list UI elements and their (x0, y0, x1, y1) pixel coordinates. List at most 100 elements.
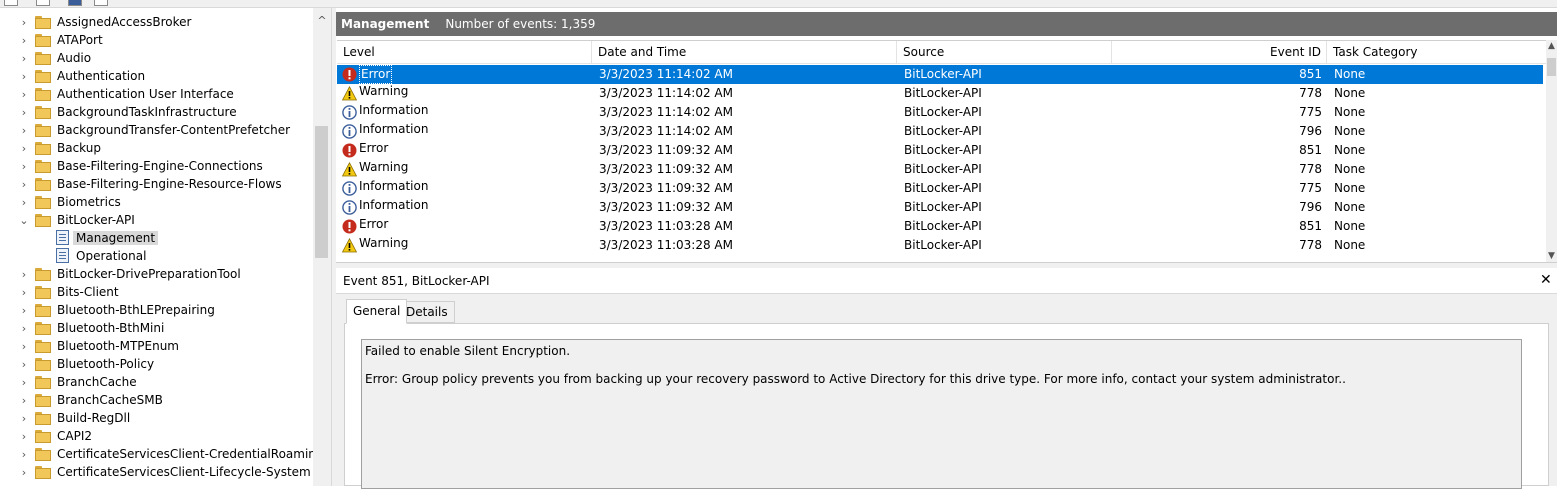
tree-item-ataport[interactable]: › ATAPort (0, 31, 313, 49)
column-header-datetime[interactable]: Date and Time (592, 41, 897, 64)
table-row[interactable]: Information 3/3/2023 11:14:02 AM BitLocker… (337, 103, 1543, 122)
chevron-right-icon[interactable]: › (18, 445, 30, 463)
tree-item-capi2[interactable]: › CAPI2 (0, 427, 313, 445)
chevron-down-icon[interactable]: ⌄ (18, 211, 30, 229)
grid-scroll-thumb[interactable] (1547, 58, 1556, 76)
table-row[interactable]: Warning 3/3/2023 11:03:28 AM BitLocker-API… (337, 236, 1543, 255)
cell-task-category: None (1334, 219, 1366, 233)
tree-item-bits-client[interactable]: › Bits-Client (0, 283, 313, 301)
tree-item-label: BranchCacheSMB (57, 393, 163, 407)
tree-item-bluetooth-bthmini[interactable]: › Bluetooth-BthMini (0, 319, 313, 337)
tree-item-base-filtering-engine-connections[interactable]: › Base-Filtering-Engine-Connections (0, 157, 313, 175)
chevron-right-icon[interactable]: › (18, 85, 30, 103)
tree-item-branchcachesmb[interactable]: › BranchCacheSMB (0, 391, 313, 409)
chevron-right-icon[interactable]: › (18, 121, 30, 139)
chevron-right-icon[interactable]: › (18, 265, 30, 283)
cell-datetime: 3/3/2023 11:09:32 AM (599, 181, 733, 195)
toolbar-icon-4[interactable] (94, 0, 108, 6)
chevron-right-icon[interactable]: › (18, 31, 30, 49)
column-header-level[interactable]: Level (337, 41, 592, 64)
toolbar-icon-1[interactable] (4, 0, 18, 6)
cell-task-category: None (1334, 105, 1366, 119)
tree-item-management[interactable]: Management (0, 229, 313, 247)
chevron-right-icon[interactable]: › (18, 49, 30, 67)
chevron-right-icon[interactable]: › (18, 157, 30, 175)
tree-item-authentication[interactable]: › Authentication (0, 67, 313, 85)
tree-item-label: Authentication User Interface (57, 87, 234, 101)
chevron-right-icon[interactable]: › (18, 13, 30, 31)
tree-item-certificateservicesclient-credentialroaming[interactable]: › CertificateServicesClient-CredentialRoa… (0, 445, 324, 463)
tree-item-backgroundtransfer-contentprefetcher[interactable]: › BackgroundTransfer-ContentPrefetcher (0, 121, 313, 139)
tree-item-bluetooth-mtpenum[interactable]: › Bluetooth-MTPEnum (0, 337, 313, 355)
tree-item-label: CertificateServicesClient-Lifecycle-Syst… (57, 465, 311, 479)
folder-icon (35, 70, 51, 83)
tree-item-label: Base-Filtering-Engine-Resource-Flows (57, 177, 282, 191)
table-row[interactable]: Information 3/3/2023 11:14:02 AM BitLocker… (337, 122, 1543, 141)
grid-scrollbar[interactable]: ▲ ▼ (1546, 40, 1557, 262)
chevron-right-icon[interactable]: › (18, 175, 30, 193)
table-row[interactable]: Error 3/3/2023 11:14:02 AM BitLocker-API 85… (337, 65, 1543, 84)
table-row[interactable]: Information 3/3/2023 11:09:32 AM BitLocker… (337, 179, 1543, 198)
tab-details[interactable]: Details (399, 301, 455, 323)
column-header-source[interactable]: Source (897, 41, 1112, 64)
chevron-right-icon[interactable]: › (18, 103, 30, 121)
toolbar-icon-2[interactable] (36, 0, 50, 6)
tree-item-biometrics[interactable]: › Biometrics (0, 193, 313, 211)
tree-item-bluetooth-bthleprepairing[interactable]: › Bluetooth-BthLEPrepairing (0, 301, 313, 319)
chevron-right-icon[interactable]: › (18, 373, 30, 391)
chevron-right-icon[interactable]: › (18, 391, 30, 409)
cell-level: Warning (359, 236, 409, 250)
chevron-right-icon[interactable]: › (18, 301, 30, 319)
tree-item-branchcache[interactable]: › BranchCache (0, 373, 313, 391)
chevron-right-icon[interactable]: › (18, 319, 30, 337)
log-icon (56, 230, 69, 245)
tree-item-operational[interactable]: Operational (0, 247, 313, 265)
tab-general[interactable]: General (346, 299, 408, 324)
chevron-right-icon[interactable]: › (18, 139, 30, 157)
close-icon[interactable]: ✕ (1540, 272, 1552, 288)
cell-source: BitLocker-API (904, 67, 982, 81)
table-row[interactable]: Information 3/3/2023 11:09:32 AM BitLocker… (337, 198, 1543, 217)
table-row[interactable]: Warning 3/3/2023 11:09:32 AM BitLocker-API… (337, 160, 1543, 179)
chevron-right-icon[interactable]: › (18, 427, 30, 445)
tree-item-base-filtering-engine-resource-flows[interactable]: › Base-Filtering-Engine-Resource-Flows (0, 175, 313, 193)
chevron-right-icon[interactable]: › (18, 337, 30, 355)
cell-event-id: 778 (1299, 238, 1322, 252)
tree-item-bluetooth-policy[interactable]: › Bluetooth-Policy (0, 355, 313, 373)
scroll-up-icon[interactable]: ^ (313, 14, 331, 27)
tree-item-authentication-user-interface[interactable]: › Authentication User Interface (0, 85, 313, 103)
scroll-up-icon[interactable]: ▲ (1546, 41, 1557, 51)
cell-datetime: 3/3/2023 11:03:28 AM (599, 219, 733, 233)
chevron-right-icon[interactable]: › (18, 463, 30, 481)
tree-item-bitlocker-api[interactable]: ⌄ BitLocker-API (0, 211, 313, 229)
tree-item-backgroundtaskinfrastructure[interactable]: › BackgroundTaskInfrastructure (0, 103, 313, 121)
folder-icon (35, 322, 51, 335)
chevron-right-icon[interactable]: › (18, 193, 30, 211)
tree-item-label: Backup (57, 141, 101, 155)
tree-item-build-regdll[interactable]: › Build-RegDll (0, 409, 313, 427)
cell-task-category: None (1334, 162, 1366, 176)
info-icon (342, 105, 357, 120)
tree-item-bitlocker-drivepreparationtool[interactable]: › BitLocker-DrivePreparationTool (0, 265, 313, 283)
tree-item-audio[interactable]: › Audio (0, 49, 313, 67)
tree-scroll-thumb[interactable] (315, 126, 328, 258)
table-row[interactable]: Warning 3/3/2023 11:14:02 AM BitLocker-API… (337, 84, 1543, 103)
table-row[interactable]: Error 3/3/2023 11:03:28 AM BitLocker-API 85… (337, 217, 1543, 236)
table-row[interactable]: Error 3/3/2023 11:09:32 AM BitLocker-API 85… (337, 141, 1543, 160)
column-header-event-id[interactable]: Event ID (1112, 41, 1327, 64)
cell-event-id: 851 (1299, 67, 1322, 81)
tree-scrollbar[interactable]: ^ (313, 8, 331, 486)
scroll-down-icon[interactable]: ▼ (1546, 251, 1557, 261)
chevron-right-icon[interactable]: › (18, 409, 30, 427)
chevron-right-icon[interactable]: › (18, 283, 30, 301)
tree-item-certificateservicesclient-lifecycle-system[interactable]: › CertificateServicesClient-Lifecycle-Sys… (0, 463, 313, 481)
cell-task-category: None (1334, 200, 1366, 214)
chevron-right-icon[interactable]: › (18, 67, 30, 85)
column-header-task-category[interactable]: Task Category (1327, 41, 1547, 64)
cell-source: BitLocker-API (904, 200, 982, 214)
tree-item-backup[interactable]: › Backup (0, 139, 313, 157)
event-message[interactable]: Failed to enable Silent Encryption. Erro… (361, 339, 1522, 489)
chevron-right-icon[interactable]: › (18, 355, 30, 373)
toolbar-icon-3[interactable] (68, 0, 82, 6)
tree-item-assignedaccessbroker[interactable]: › AssignedAccessBroker (0, 13, 313, 31)
